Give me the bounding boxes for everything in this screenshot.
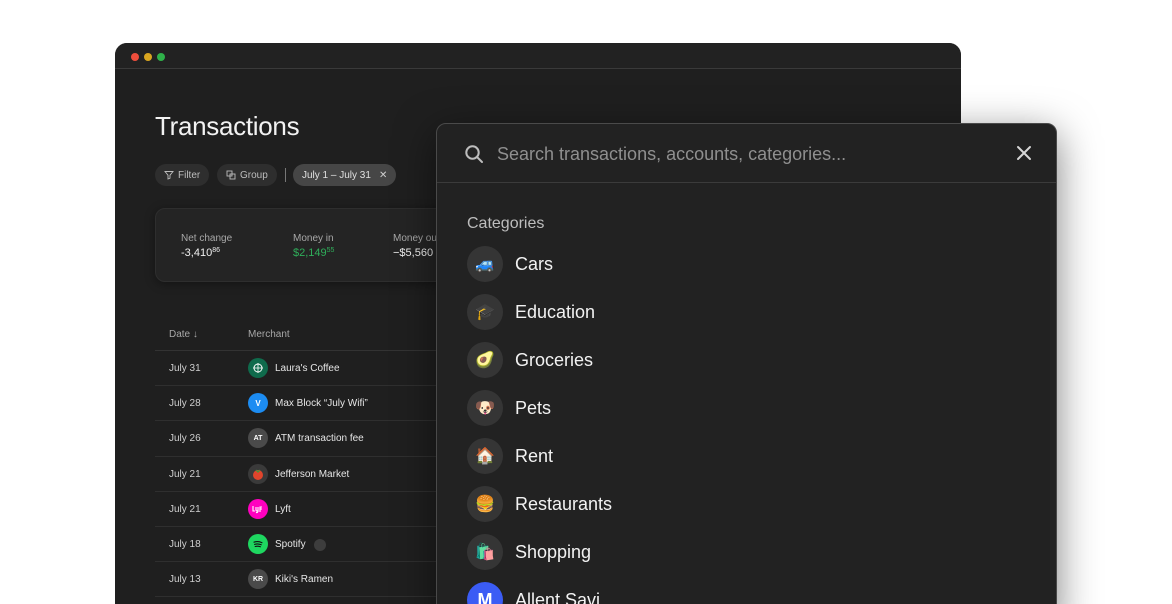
- row-date: July 13: [169, 574, 201, 586]
- group-button[interactable]: Group: [217, 164, 277, 186]
- money-in-value: $2,14955: [293, 247, 334, 259]
- account-item[interactable]: M Allent Savi: [467, 581, 1007, 604]
- car-icon: 🚙: [467, 246, 503, 282]
- money-in-metric: Money in $2,14955: [293, 233, 334, 259]
- net-change-cents: 86: [212, 247, 220, 254]
- date-header-label: Date: [169, 329, 191, 340]
- category-item-pets[interactable]: 🐶 Pets: [467, 389, 1007, 437]
- search-input[interactable]: [497, 141, 997, 167]
- chip-divider: [285, 168, 286, 182]
- burger-icon: 🍔: [467, 486, 503, 522]
- sort-down-icon: ↓: [192, 329, 198, 340]
- row-date: July 21: [169, 503, 201, 515]
- categories-section-title: Categories: [467, 215, 545, 232]
- row-merchant: Max Block “July Wifi”: [275, 398, 368, 410]
- remove-date-filter-icon[interactable]: ✕: [379, 170, 387, 181]
- date-column-header[interactable]: Date ↓: [169, 329, 198, 340]
- filter-icon: [164, 171, 174, 180]
- net-change-label: Net change: [181, 233, 233, 244]
- page-title: Transactions: [155, 111, 300, 141]
- row-date: July 18: [169, 538, 201, 550]
- category-label: Education: [515, 302, 596, 322]
- spotify-logo-icon: [248, 533, 268, 554]
- row-date: July 31: [169, 363, 201, 374]
- close-window-button[interactable]: [131, 53, 139, 61]
- close-icon[interactable]: [1015, 144, 1033, 162]
- account-logo-icon: M: [467, 582, 503, 604]
- merchant-column-header: Merchant: [248, 329, 290, 340]
- lyft-logo-icon: [248, 498, 268, 519]
- shopping-bag-icon: 🛍️: [467, 534, 503, 570]
- category-label: Rent: [515, 446, 554, 466]
- category-item-education[interactable]: 🎓 Education: [467, 293, 1007, 341]
- search-command-palette: Categories 🚙 Cars 🎓 Education 🥑 Grocerie…: [436, 123, 1057, 604]
- maximize-window-button[interactable]: [157, 53, 165, 61]
- row-merchant: Spotify: [275, 538, 306, 550]
- row-merchant: Kiki's Ramen: [275, 574, 334, 586]
- account-label: Allent Savi: [515, 590, 601, 604]
- row-date: July 28: [169, 398, 201, 410]
- category-item-cars[interactable]: 🚙 Cars: [467, 245, 1007, 293]
- category-item-restaurants[interactable]: 🍔 Restaurants: [467, 485, 1007, 533]
- initials-avatar: KR: [248, 569, 268, 590]
- category-label: Cars: [515, 254, 554, 274]
- coffee-logo-icon: [248, 358, 268, 378]
- search-bar: [437, 124, 1056, 183]
- row-merchant: Lyft: [275, 503, 291, 515]
- money-out-label: Money ou: [393, 233, 437, 244]
- minimize-window-button[interactable]: [144, 53, 152, 61]
- date-range-label: July 1 – July 31: [302, 169, 371, 181]
- category-label: Restaurants: [515, 494, 613, 514]
- avocado-icon: 🥑: [467, 342, 503, 378]
- category-label: Shopping: [515, 542, 592, 562]
- row-merchant: ATM transaction fee: [275, 433, 364, 445]
- money-out-metric: Money ou −$5,560: [393, 233, 437, 259]
- category-list: 🚙 Cars 🎓 Education 🥑 Groceries 🐶 Pets 🏠 …: [467, 245, 1007, 604]
- money-out-value: −$5,560: [393, 247, 434, 259]
- group-label: Group: [240, 169, 268, 181]
- category-label: Groceries: [515, 350, 594, 370]
- date-range-chip[interactable]: July 1 – July 31 ✕: [293, 164, 397, 186]
- net-change-metric: Net change -3,41086: [181, 233, 232, 259]
- row-date: July 21: [169, 468, 201, 480]
- category-item-rent[interactable]: 🏠 Rent: [467, 437, 1007, 485]
- category-item-groceries[interactable]: 🥑 Groceries: [467, 341, 1007, 389]
- window-titlebar: [115, 43, 961, 69]
- money-in-amount: $2,149: [293, 247, 327, 259]
- recurring-icon: [314, 538, 326, 551]
- house-icon: 🏠: [467, 438, 503, 474]
- dog-icon: 🐶: [467, 390, 503, 426]
- group-icon: [226, 170, 236, 180]
- category-item-shopping[interactable]: 🛍️ Shopping: [467, 533, 1007, 581]
- graduation-cap-icon: 🎓: [467, 294, 503, 330]
- tomato-logo-icon: [248, 463, 268, 484]
- net-change-amount: -3,410: [181, 247, 213, 259]
- initials-avatar: AT: [248, 428, 268, 449]
- row-date: July 26: [169, 433, 201, 445]
- row-merchant: Jefferson Market: [275, 468, 350, 480]
- filter-label: Filter: [178, 169, 201, 181]
- money-in-label: Money in: [293, 233, 334, 244]
- row-merchant: Laura's Coffee: [275, 363, 340, 374]
- search-icon: [465, 145, 483, 163]
- venmo-logo-icon: V: [248, 393, 268, 414]
- money-in-cents: 55: [326, 247, 335, 254]
- category-label: Pets: [515, 398, 552, 418]
- net-change-value: -3,41086: [181, 247, 232, 259]
- filter-button[interactable]: Filter: [155, 164, 210, 186]
